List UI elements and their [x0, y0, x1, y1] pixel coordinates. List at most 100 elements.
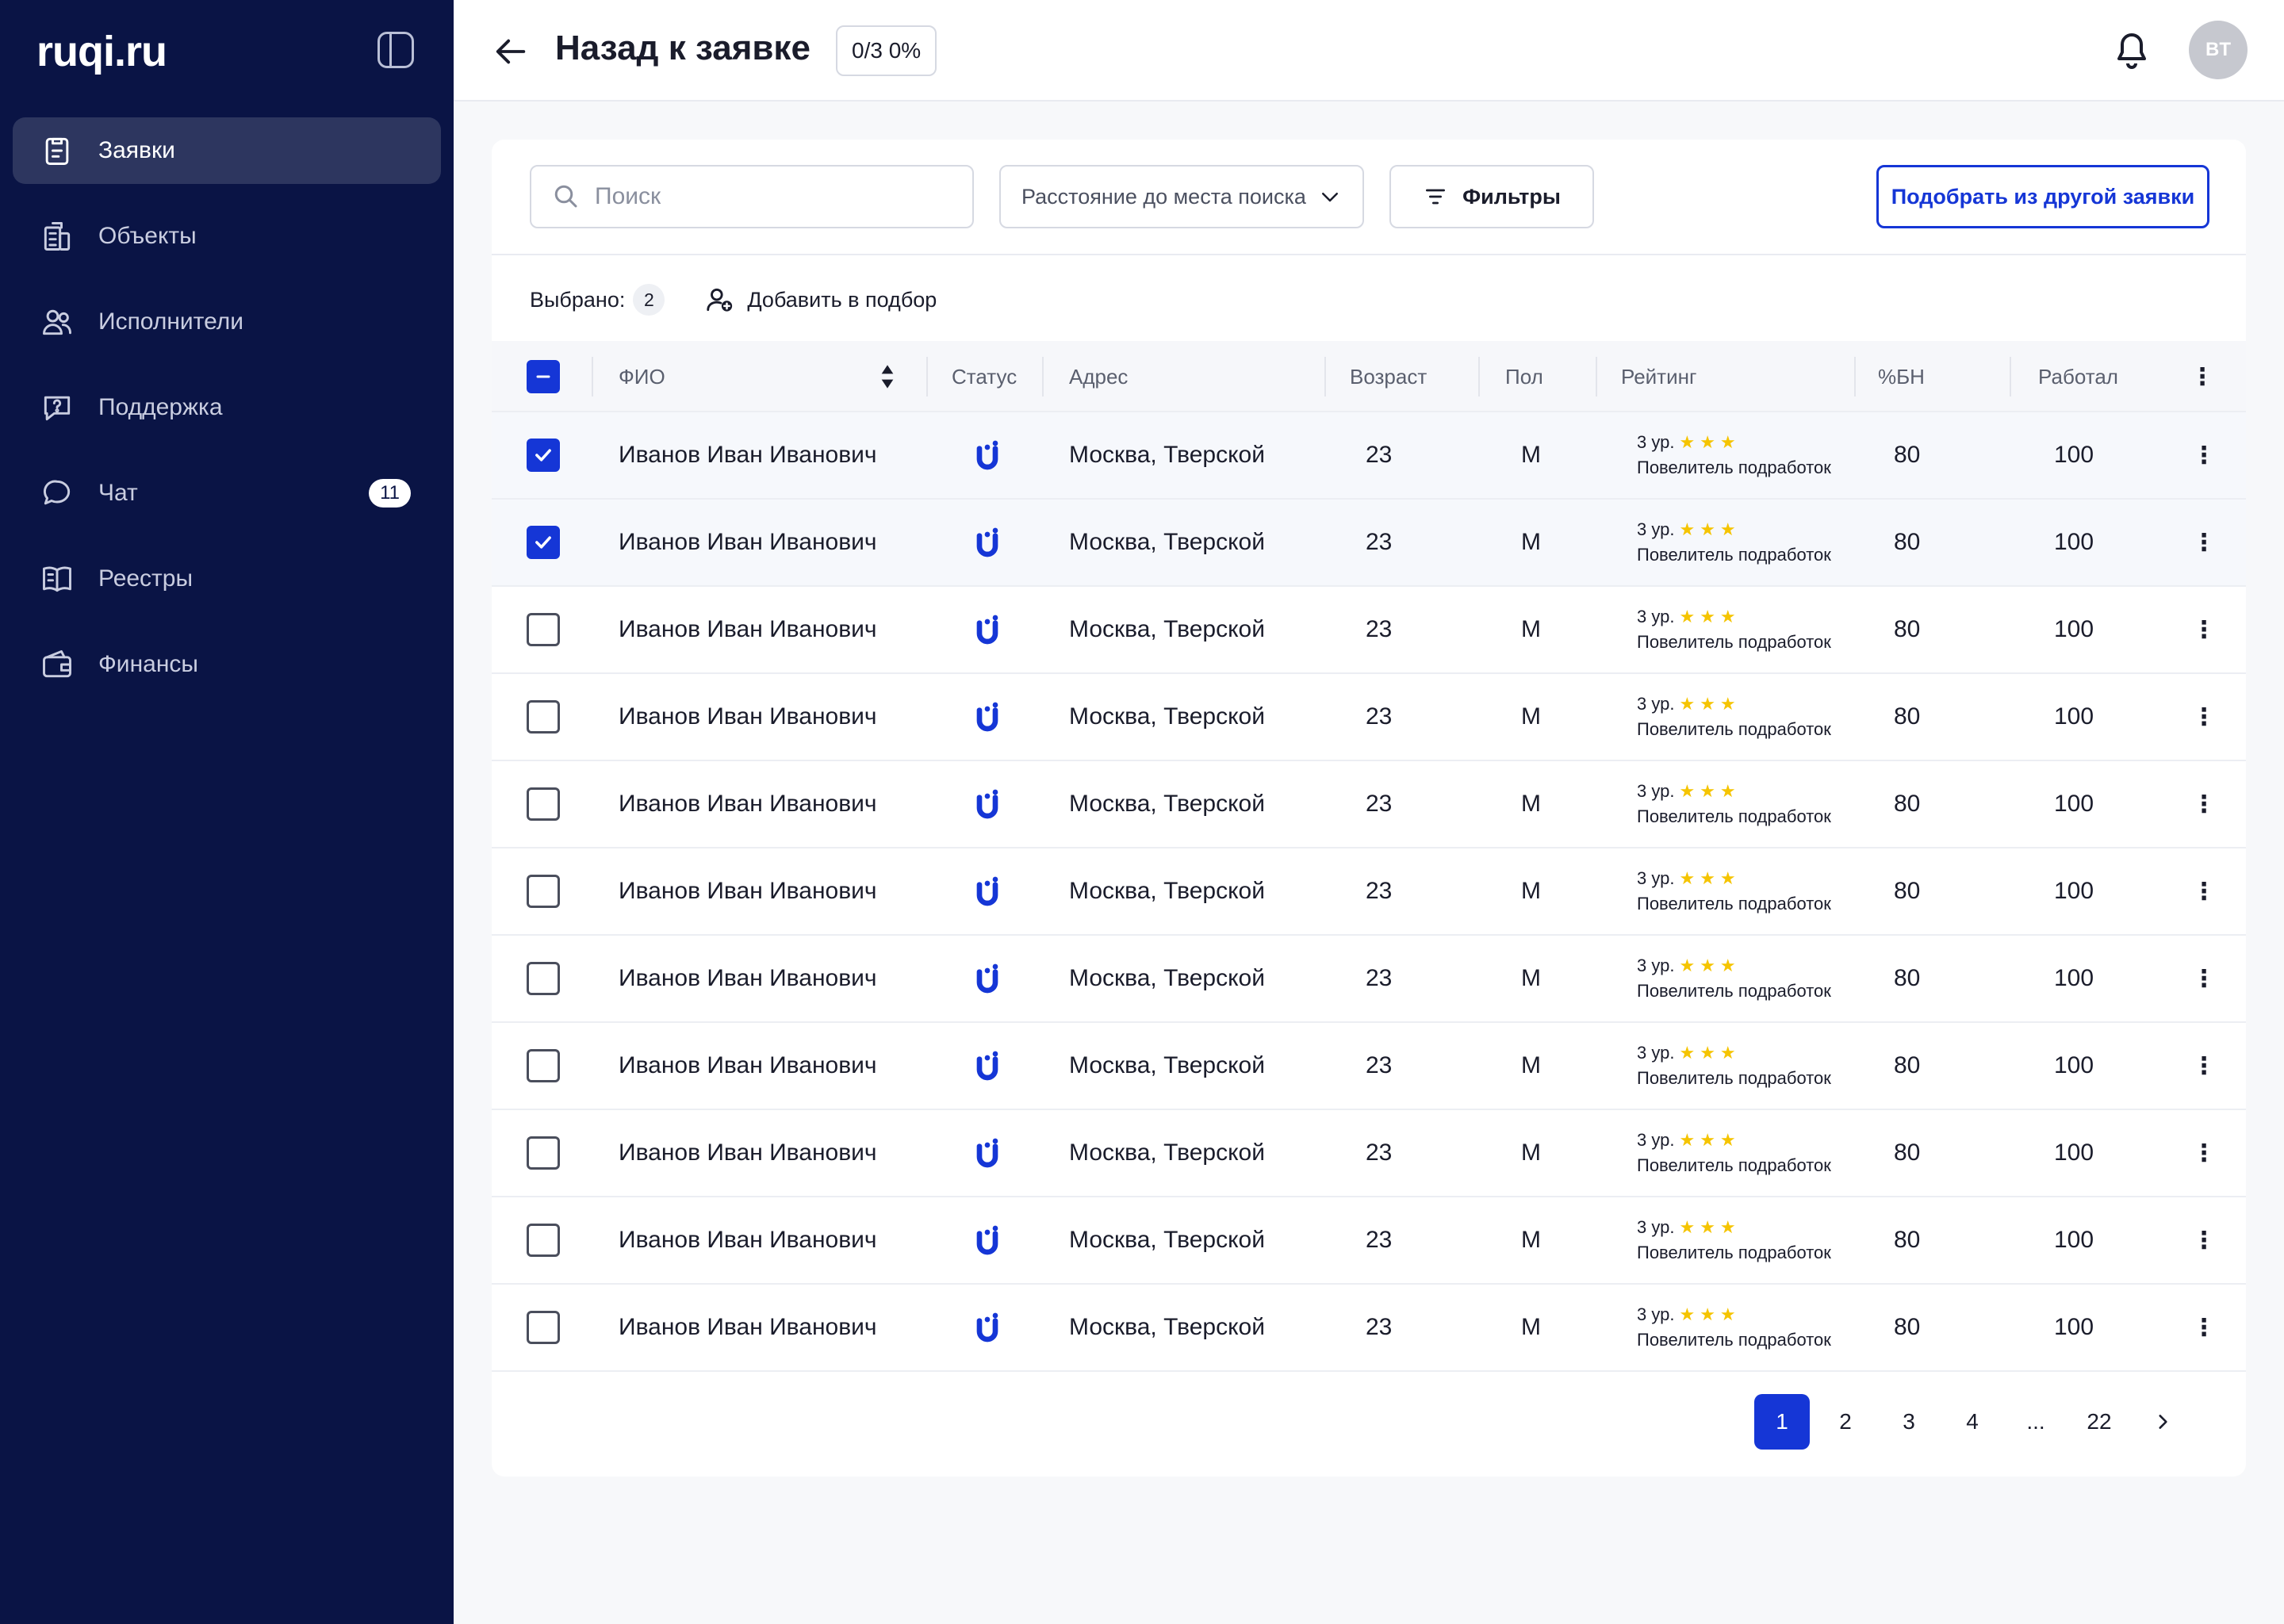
executor-name[interactable]: Иванов Иван Иванович [619, 412, 877, 498]
sidebar-item-4[interactable]: Чат 11 [13, 460, 441, 527]
add-to-selection-button[interactable]: Добавить в подбор [704, 285, 937, 315]
row-checkbox[interactable] [527, 1136, 560, 1170]
worked-cell: 100 [2054, 1227, 2094, 1253]
column-header-status[interactable]: Статус [952, 341, 1017, 412]
table-row[interactable]: Иванов Иван Иванович Москва, Тверской 23 М 3… [492, 1285, 2246, 1372]
sidebar-item-6[interactable]: Финансы [13, 631, 441, 698]
row-checkbox[interactable] [527, 439, 560, 472]
table-row[interactable]: Иванов Иван Иванович Москва, Тверской 23 М 3… [492, 1023, 2246, 1110]
column-header-name[interactable]: ФИО [619, 341, 665, 412]
row-select-cell [527, 848, 560, 934]
row-checkbox[interactable] [527, 962, 560, 995]
executor-name[interactable]: Иванов Иван Иванович [619, 936, 877, 1021]
row-menu-icon[interactable]: ⋮ [2192, 848, 2216, 934]
executor-name[interactable]: Иванов Иван Иванович [619, 1110, 877, 1196]
ruqi-status-icon [976, 527, 998, 557]
star-icon: ★ [1719, 607, 1736, 626]
star-icon: ★ [1700, 694, 1715, 714]
sidebar-item-5[interactable]: Реестры [13, 546, 441, 612]
filters-button[interactable]: Фильтры [1389, 165, 1594, 228]
table-row[interactable]: Иванов Иван Иванович Москва, Тверской 23 М 3… [492, 412, 2246, 500]
status-cell [974, 587, 1001, 672]
star-icon: ★ [1719, 1304, 1736, 1324]
column-header-gender[interactable]: Пол [1505, 341, 1543, 412]
executor-name[interactable]: Иванов Иван Иванович [619, 500, 877, 585]
row-menu-icon[interactable]: ⋮ [2192, 412, 2216, 498]
page-button[interactable]: 22 [2071, 1394, 2127, 1450]
table-row[interactable]: Иванов Иван Иванович Москва, Тверской 23 М 3… [492, 587, 2246, 674]
gender-cell: М [1521, 1052, 1541, 1078]
address-cell: Москва, Тверской [1069, 703, 1265, 730]
row-checkbox[interactable] [527, 787, 560, 821]
rating-rank: Повелитель подработок [1637, 458, 1831, 477]
wallet-icon [40, 647, 75, 682]
row-checkbox[interactable] [527, 875, 560, 908]
column-header-age[interactable]: Возраст [1350, 341, 1427, 412]
row-menu-icon[interactable]: ⋮ [2192, 1023, 2216, 1109]
row-checkbox[interactable] [527, 700, 560, 733]
sidebar-item-0[interactable]: Заявки [13, 117, 441, 184]
bn-cell: 80 [1894, 442, 1921, 468]
table-row[interactable]: Иванов Иван Иванович Москва, Тверской 23 М 3… [492, 674, 2246, 761]
sidebar-item-3[interactable]: Поддержка [13, 374, 441, 441]
executor-name[interactable]: Иванов Иван Иванович [619, 674, 877, 760]
columns-menu-icon[interactable]: ⋮ [2190, 341, 2214, 412]
table-row[interactable]: Иванов Иван Иванович Москва, Тверской 23 М 3… [492, 936, 2246, 1023]
gender-cell: М [1521, 442, 1541, 468]
next-page-button[interactable] [2135, 1394, 2190, 1450]
table-row[interactable]: Иванов Иван Иванович Москва, Тверской 23 М 3… [492, 1110, 2246, 1197]
row-checkbox[interactable] [527, 1224, 560, 1257]
back-to-request-title[interactable]: Назад к заявке [555, 29, 811, 68]
row-checkbox[interactable] [527, 526, 560, 559]
table-row[interactable]: Иванов Иван Иванович Москва, Тверской 23 М 3… [492, 761, 2246, 848]
sidebar-item-2[interactable]: Исполнители [13, 289, 441, 355]
column-header-address[interactable]: Адрес [1069, 341, 1128, 412]
age-cell: 23 [1366, 442, 1393, 468]
row-menu-icon[interactable]: ⋮ [2192, 761, 2216, 847]
page-button[interactable]: 2 [1818, 1394, 1873, 1450]
sidebar-collapse-icon[interactable] [377, 32, 414, 68]
pick-from-other-request-button[interactable]: Подобрать из другой заявки [1876, 165, 2209, 228]
table-row[interactable]: Иванов Иван Иванович Москва, Тверской 23 М 3… [492, 1197, 2246, 1285]
logo[interactable]: ruqi.ru [36, 24, 167, 79]
executor-name[interactable]: Иванов Иван Иванович [619, 1197, 877, 1283]
row-checkbox[interactable] [527, 1311, 560, 1344]
row-menu-icon[interactable]: ⋮ [2192, 1285, 2216, 1370]
search-input[interactable] [595, 183, 944, 210]
sidebar-item-1[interactable]: Объекты [13, 203, 441, 270]
star-icon: ★ [1679, 519, 1696, 539]
row-checkbox[interactable] [527, 613, 560, 646]
bell-icon[interactable] [2113, 30, 2151, 71]
row-menu-icon[interactable]: ⋮ [2192, 674, 2216, 760]
status-cell [974, 848, 1001, 934]
column-header-worked[interactable]: Работал [2038, 341, 2118, 412]
table-row[interactable]: Иванов Иван Иванович Москва, Тверской 23 М 3… [492, 500, 2246, 587]
sort-icon[interactable] [879, 362, 896, 392]
page-button[interactable]: 1 [1754, 1394, 1810, 1450]
row-checkbox[interactable] [527, 1049, 560, 1082]
table-row[interactable]: Иванов Иван Иванович Москва, Тверской 23 М 3… [492, 848, 2246, 936]
avatar[interactable]: BT [2189, 21, 2248, 79]
column-header-rating[interactable]: Рейтинг [1621, 341, 1696, 412]
page-button[interactable]: 3 [1881, 1394, 1937, 1450]
arrow-left-icon[interactable] [493, 33, 530, 70]
row-menu-icon[interactable]: ⋮ [2192, 500, 2216, 585]
star-icon: ★ [1679, 781, 1696, 801]
star-icon: ★ [1700, 519, 1715, 539]
distance-select[interactable]: Расстояние до места поиска [999, 165, 1364, 228]
executor-name[interactable]: Иванов Иван Иванович [619, 1285, 877, 1370]
search-box[interactable] [530, 165, 974, 228]
row-menu-icon[interactable]: ⋮ [2192, 587, 2216, 672]
executor-name[interactable]: Иванов Иван Иванович [619, 848, 877, 934]
select-all-checkbox[interactable] [527, 360, 560, 393]
page-button[interactable]: 4 [1945, 1394, 2000, 1450]
bn-cell: 80 [1894, 616, 1921, 642]
column-header-bn[interactable]: %БН [1878, 341, 1925, 412]
row-menu-icon[interactable]: ⋮ [2192, 1197, 2216, 1283]
executor-name[interactable]: Иванов Иван Иванович [619, 587, 877, 672]
row-menu-icon[interactable]: ⋮ [2192, 1110, 2216, 1196]
executor-name[interactable]: Иванов Иван Иванович [619, 1023, 877, 1109]
executor-name[interactable]: Иванов Иван Иванович [619, 761, 877, 847]
age-cell: 23 [1366, 791, 1393, 817]
row-menu-icon[interactable]: ⋮ [2192, 936, 2216, 1021]
